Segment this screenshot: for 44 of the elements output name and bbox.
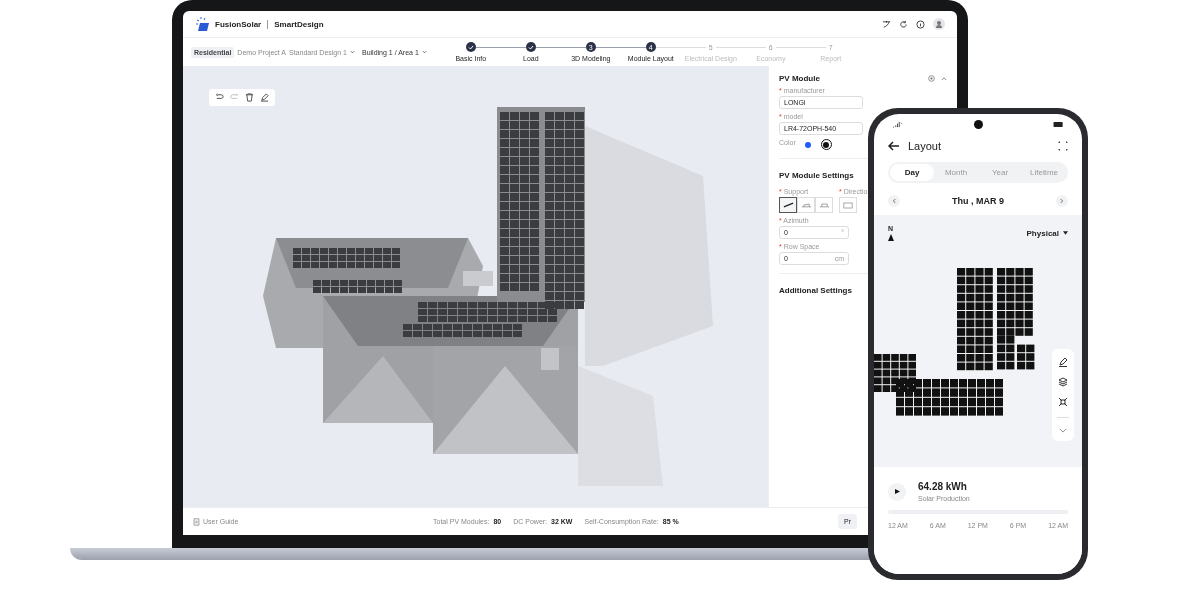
target-icon[interactable] [928, 75, 935, 82]
back-arrow-icon[interactable] [888, 141, 900, 151]
view-dropdown[interactable]: Physical [1026, 225, 1068, 241]
support-option[interactable] [779, 197, 797, 213]
help-icon[interactable] [916, 19, 925, 29]
north-arrow-icon [888, 234, 894, 241]
section-title: PV Module Settings [779, 171, 854, 180]
signal-icon [892, 120, 903, 128]
caret-icon [421, 50, 427, 54]
date-label: Thu , MAR 9 [952, 196, 1004, 206]
product-name: SmartDesign [274, 19, 324, 29]
undo-icon[interactable] [215, 93, 224, 102]
fullscreen-icon[interactable] [1058, 141, 1068, 151]
panel-grid-icon [843, 201, 853, 209]
caret-icon [350, 50, 355, 54]
battery-icon [1053, 121, 1064, 127]
period-tab[interactable]: Day [890, 164, 934, 181]
delete-icon[interactable] [245, 93, 254, 102]
angled-mount-icon [800, 202, 812, 208]
screen-title: Layout [908, 140, 942, 152]
section-title: PV Module [779, 74, 821, 83]
refresh-icon[interactable] [899, 19, 908, 29]
play-button[interactable] [888, 482, 906, 501]
document-icon [193, 517, 200, 526]
camera-icon [973, 119, 983, 129]
chevron-right-icon [1060, 198, 1064, 204]
pencil-icon[interactable] [1058, 357, 1068, 367]
next-day-button[interactable] [1056, 195, 1068, 207]
section-title: Additional Settings [779, 286, 852, 295]
collapse-arrows-icon[interactable] [1058, 397, 1068, 407]
collapse-icon[interactable] [941, 76, 947, 81]
layers-icon[interactable] [1058, 377, 1068, 387]
frame-mount-icon [818, 202, 830, 208]
tilted-panel-icon [782, 202, 794, 208]
caret-icon [1063, 231, 1068, 235]
energy-value: 64.28 kWh [918, 481, 968, 492]
avatar-icon[interactable] [933, 18, 945, 30]
brand-name: FusionSolar [215, 19, 262, 29]
translate-icon[interactable] [882, 19, 891, 29]
chevron-left-icon [892, 198, 896, 204]
sun-panel-logo-icon [195, 17, 211, 31]
chevron-down-icon[interactable] [1059, 428, 1067, 433]
play-icon [894, 489, 900, 494]
previous-day-button[interactable] [888, 195, 900, 207]
